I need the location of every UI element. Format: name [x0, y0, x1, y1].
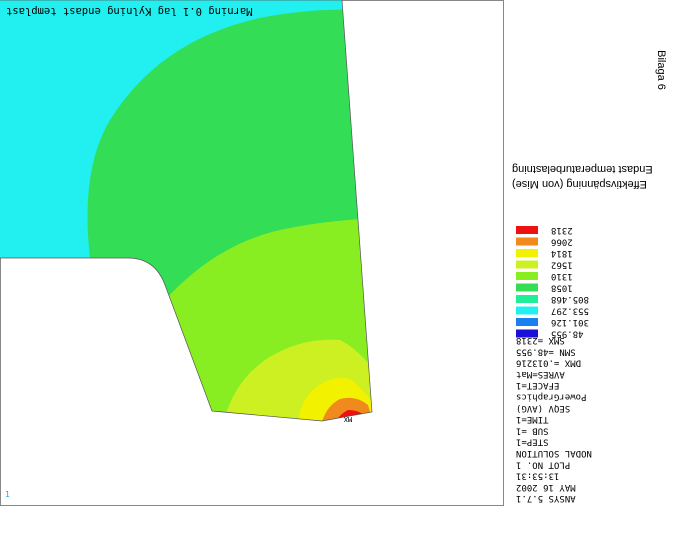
info-line: SMN =48.955	[516, 346, 576, 356]
info-line: MAY 16 2002	[516, 482, 576, 492]
stress-plot: Marning 0.1 lag Kylning endast templast …	[0, 0, 667, 506]
legend-value: 1562	[551, 260, 573, 270]
min-max-marker: MX	[343, 415, 352, 423]
info-line: SMX =2318	[516, 335, 565, 345]
legend-value: 1310	[551, 271, 573, 281]
info-line: PowerGraphics	[516, 392, 586, 402]
legend-swatch	[516, 226, 538, 234]
info-line: SEQV (AVG)	[516, 403, 570, 413]
info-line: SUB =1	[516, 425, 549, 435]
info-line: PLOT NO. 1	[516, 459, 570, 469]
legend-swatch	[516, 237, 538, 246]
info-line: AVRES=Mat	[516, 369, 565, 379]
info-line: STEP=1	[516, 437, 549, 447]
legend-swatch	[516, 306, 538, 315]
legend-value: 301.126	[551, 317, 589, 327]
legend-value: 805.468	[551, 294, 589, 304]
plot-title-line2: Effektivspänning (von Mise)	[512, 178, 647, 190]
legend-value: 2066	[551, 237, 573, 247]
legend-swatch	[516, 249, 538, 257]
legend-swatch	[516, 295, 538, 303]
contour-legend: 2318 20661814 15621310 1058805.468 553.29730…	[516, 225, 589, 339]
legend-swatch	[516, 318, 538, 326]
legend-swatch	[516, 260, 538, 269]
legend-swatch	[516, 283, 538, 292]
info-line: TIME=1	[516, 414, 549, 424]
info-line: DMX =.013216	[516, 358, 581, 368]
side-title: Bilaga 6	[655, 50, 667, 90]
solution-info: SMX =2318SMN =48.955 DMX =.013216AVRES=Ma…	[516, 335, 592, 503]
info-line: ANSYS 5.7.1	[516, 493, 576, 503]
legend-value: 1814	[551, 248, 573, 258]
info-line: NODAL SOLUTION	[516, 448, 592, 458]
legend-swatch	[516, 272, 538, 280]
header-text: Marning 0.1 lag Kylning endast templast	[6, 5, 253, 17]
corner-label: 1	[5, 490, 10, 499]
info-line: EFACET=1	[516, 380, 559, 390]
legend-value: 553.297	[551, 306, 589, 316]
legend-value: 1058	[551, 283, 573, 293]
legend-value: 2318	[551, 225, 573, 235]
plot-title-line1: Endast temperaturbelastning	[512, 163, 653, 175]
info-line: 13:53:31	[516, 471, 559, 481]
